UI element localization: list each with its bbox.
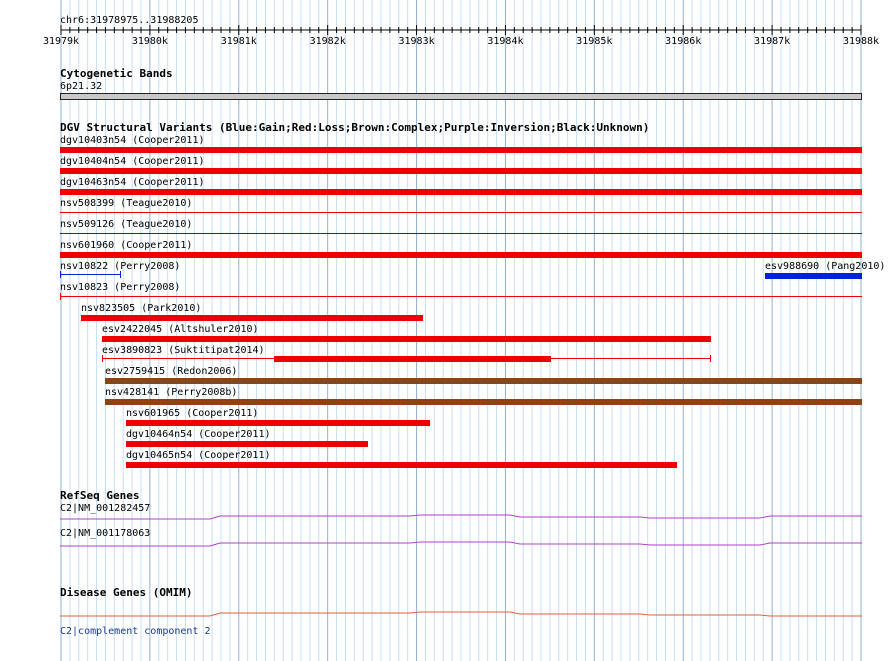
omim-gene-line [60, 611, 862, 617]
omim-gene-lines[interactable] [0, 0, 890, 661]
omim-gene-label[interactable]: C2|complement component 2 [60, 626, 211, 637]
